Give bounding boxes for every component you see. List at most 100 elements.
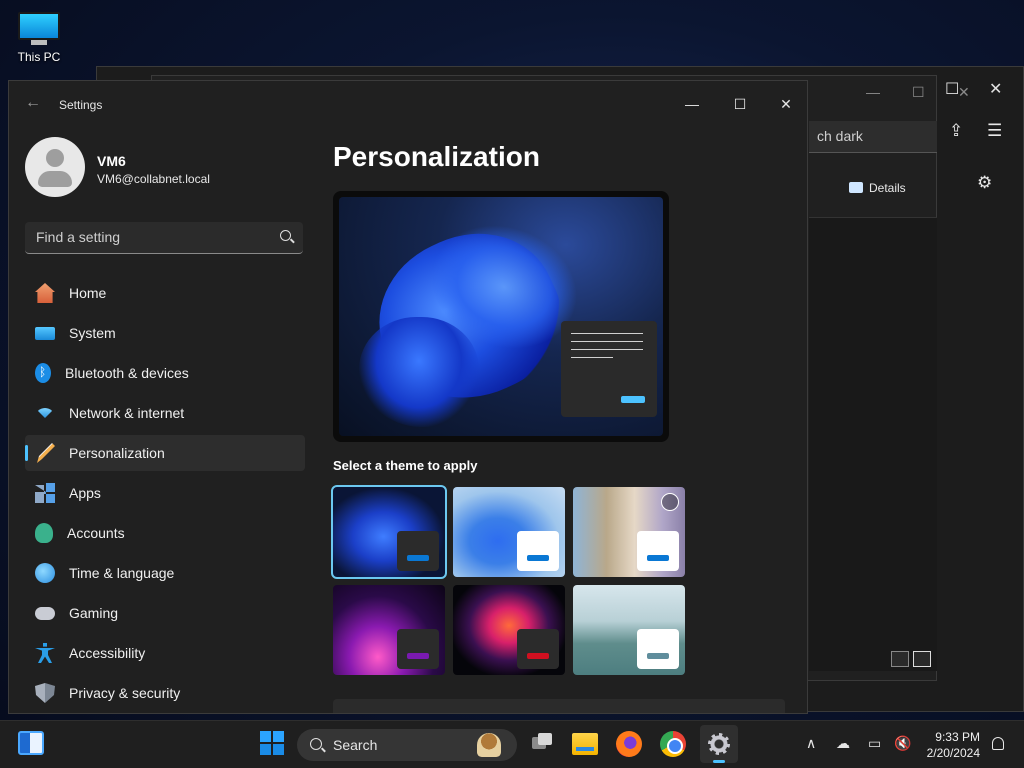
sidebar-item-privacy-security[interactable]: Privacy & security <box>25 675 305 711</box>
chevron-up-icon[interactable]: ∧ <box>806 735 816 752</box>
sidebar-item-label: Network & internet <box>69 405 185 421</box>
notification-bell-icon[interactable] <box>992 737 1004 750</box>
page-title: Personalization <box>333 141 540 172</box>
sidebar-item-label: Accessibility <box>69 645 146 661</box>
close-button[interactable]: ✕ <box>771 89 801 119</box>
maximize-icon[interactable]: ☐ <box>912 84 925 101</box>
next-settings-card[interactable] <box>333 699 785 713</box>
taskbar: Search ∧ ☁ ▭ 🔇 9:33 PM 2/20/2024 <box>0 720 1024 768</box>
cloud-offline-icon[interactable]: ☁ <box>836 735 850 752</box>
desktop-icon-label: This PC <box>17 50 61 64</box>
accounts-icon <box>35 523 53 543</box>
back-arrow-icon[interactable]: ← <box>25 94 41 112</box>
sidebar-item-label: Gaming <box>69 605 119 621</box>
profile-email: VM6@collabnet.local <box>97 172 210 186</box>
firefox-icon[interactable] <box>616 731 642 757</box>
sidebar-item-gaming[interactable]: Gaming <box>25 595 305 631</box>
sidebar-item-label: Apps <box>69 485 101 501</box>
sidebar-item-apps[interactable]: Apps <box>25 475 305 511</box>
sidebar-item-bluetooth[interactable]: Bluetooth & devices <box>25 355 305 391</box>
sidebar-item-label: Bluetooth & devices <box>65 365 189 381</box>
theme-tile-flow[interactable] <box>573 585 685 675</box>
desktop-icon-this-pc[interactable]: This PC <box>10 8 68 64</box>
home-icon <box>35 283 55 303</box>
profile-name: VM6 <box>97 153 126 169</box>
sidebar-item-accounts[interactable]: Accounts <box>25 515 305 551</box>
sidebar-item-label: Privacy & security <box>69 685 181 701</box>
theme-tile-captured-motion[interactable] <box>453 585 565 675</box>
explorer-content-pane <box>809 217 937 671</box>
details-button[interactable]: Details <box>849 181 906 195</box>
spotlight-icon <box>661 493 679 511</box>
apps-icon <box>35 483 55 503</box>
main-content: Personalization Select a theme to apply <box>331 129 807 713</box>
shield-icon <box>35 683 55 703</box>
bluetooth-icon <box>35 363 51 383</box>
wallpaper-preview <box>339 197 663 436</box>
search-input[interactable] <box>25 222 265 252</box>
wifi-icon <box>35 408 55 418</box>
clock[interactable]: 9:33 PM 2/20/2024 <box>927 729 980 761</box>
theme-grid <box>331 485 693 675</box>
search-icon[interactable] <box>280 230 291 241</box>
sidebar-item-home[interactable]: Home <box>25 275 305 311</box>
sidebar-item-label: Accounts <box>67 525 125 541</box>
nav-list: Home System Bluetooth & devices Network … <box>25 275 305 713</box>
sidebar-item-label: Personalization <box>69 445 165 461</box>
share-icon[interactable]: ⇪ <box>949 121 963 141</box>
search-icon <box>310 738 322 750</box>
settings-icon[interactable] <box>700 725 738 763</box>
chrome-icon[interactable] <box>660 731 686 757</box>
theme-tile-glow[interactable] <box>333 585 445 675</box>
settings-window: ← Settings — ☐ ✕ VM6 VM6@collabnet.local… <box>8 80 808 714</box>
minimize-button[interactable]: — <box>677 89 707 119</box>
monitor-icon <box>18 12 60 46</box>
maximize-button[interactable]: ☐ <box>725 89 755 119</box>
explorer-search-field[interactable]: ch dark <box>809 121 937 153</box>
preview-window <box>561 321 657 417</box>
network-icon[interactable]: ▭ <box>868 735 881 752</box>
minimize-icon[interactable]: — <box>866 84 880 100</box>
profile-card[interactable]: VM6 VM6@collabnet.local <box>25 137 210 197</box>
task-view-icon[interactable] <box>530 731 556 757</box>
search-highlight-icon <box>477 733 501 757</box>
menu-icon[interactable]: ☰ <box>987 121 1002 141</box>
avatar <box>25 137 85 197</box>
sidebar-item-personalization[interactable]: Personalization <box>25 435 305 471</box>
theme-section-label: Select a theme to apply <box>333 458 478 473</box>
brush-icon <box>37 443 55 463</box>
theme-tile-windows-light[interactable] <box>453 487 565 577</box>
sidebar-item-network[interactable]: Network & internet <box>25 395 305 431</box>
theme-preview <box>333 191 669 442</box>
accessibility-icon <box>35 643 55 663</box>
gear-icon[interactable]: ⚙ <box>977 173 992 193</box>
sidebar-item-time-language[interactable]: Time & language <box>25 555 305 591</box>
sidebar-item-label: System <box>69 325 116 341</box>
time-language-icon <box>35 563 55 583</box>
close-icon[interactable]: ✕ <box>989 79 1002 99</box>
title-bar: ← Settings — ☐ ✕ <box>9 81 807 129</box>
theme-tile-windows-dark[interactable] <box>331 485 447 579</box>
sidebar-item-accessibility[interactable]: Accessibility <box>25 635 305 671</box>
sidebar-item-label: Time & language <box>69 565 175 581</box>
gamepad-icon <box>35 606 55 620</box>
start-icon[interactable] <box>260 731 284 755</box>
clock-date: 2/20/2024 <box>926 746 980 760</box>
file-explorer-icon[interactable] <box>572 733 598 755</box>
theme-tile-spotlight[interactable] <box>573 487 685 577</box>
details-view-icon[interactable] <box>891 651 909 667</box>
volume-muted-icon[interactable]: 🔇 <box>894 735 911 752</box>
system-icon <box>35 326 55 340</box>
app-title: Settings <box>59 98 103 112</box>
taskbar-search[interactable]: Search <box>297 729 517 761</box>
taskbar-search-label: Search <box>333 737 378 753</box>
close-icon[interactable]: ✕ <box>958 84 970 101</box>
sidebar: VM6 VM6@collabnet.local Home System Blue… <box>9 129 317 713</box>
details-pane-icon <box>849 182 863 193</box>
widgets-icon[interactable] <box>18 731 44 755</box>
sidebar-item-system[interactable]: System <box>25 315 305 351</box>
clock-time: 9:33 PM <box>935 730 980 744</box>
tiles-view-icon[interactable] <box>913 651 931 667</box>
maximize-icon[interactable]: ☐ <box>945 79 959 99</box>
find-setting-box <box>25 222 303 254</box>
